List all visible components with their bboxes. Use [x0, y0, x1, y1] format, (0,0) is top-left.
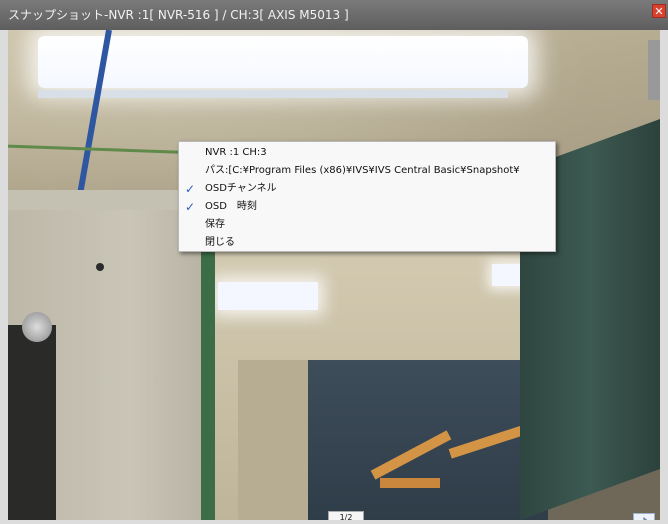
scene-keyhole [96, 263, 104, 271]
scene-hanger [380, 478, 440, 488]
scene-light-fixture [38, 90, 508, 98]
menu-item-save[interactable]: 保存 [179, 216, 555, 234]
menu-item-label: 閉じる [205, 237, 235, 248]
close-button[interactable]: ✕ [652, 4, 666, 18]
snapshot-window: スナップショット-NVR :1[ NVR-516 ] / CH:3[ AXIS … [0, 0, 668, 524]
title-bar[interactable]: スナップショット-NVR :1[ NVR-516 ] / CH:3[ AXIS … [0, 0, 668, 30]
context-menu: NVR :1 CH:3 パス:[C:¥Program Files (x86)¥I… [178, 141, 556, 252]
right-arrow-icon [643, 517, 648, 520]
menu-item-label: NVR :1 CH:3 [205, 147, 267, 158]
menu-item-nvr-channel[interactable]: NVR :1 CH:3 [179, 144, 555, 162]
scene-pipe [648, 40, 660, 100]
menu-item-label: OSD 時刻 [205, 201, 257, 212]
scene-door-edge [201, 240, 215, 520]
menu-item-osd-time[interactable]: ✓ OSD 時刻 [179, 198, 555, 216]
window-title: スナップショット-NVR :1[ NVR-516 ] / CH:3[ AXIS … [8, 8, 349, 22]
snapshot-image[interactable]: 1/2 [8, 30, 660, 520]
scene-dark-door [8, 325, 56, 520]
menu-item-path[interactable]: パス:[C:¥Program Files (x86)¥IVS¥IVS Centr… [179, 162, 555, 180]
menu-item-label: OSDチャンネル [205, 183, 277, 194]
page-indicator: 1/2 [328, 511, 364, 520]
check-icon: ✓ [184, 182, 196, 196]
menu-item-close[interactable]: 閉じる [179, 234, 555, 252]
menu-item-label: 保存 [205, 219, 225, 230]
next-snapshot-button[interactable] [633, 513, 655, 520]
scene-fluorescent-light [38, 36, 528, 88]
menu-item-label: パス:[C:¥Program Files (x86)¥IVS¥IVS Centr… [205, 165, 520, 176]
scene-reflected-light [218, 282, 318, 310]
scene-door-knob [22, 312, 52, 342]
menu-item-osd-channel[interactable]: ✓ OSDチャンネル [179, 180, 555, 198]
check-icon: ✓ [184, 200, 196, 214]
